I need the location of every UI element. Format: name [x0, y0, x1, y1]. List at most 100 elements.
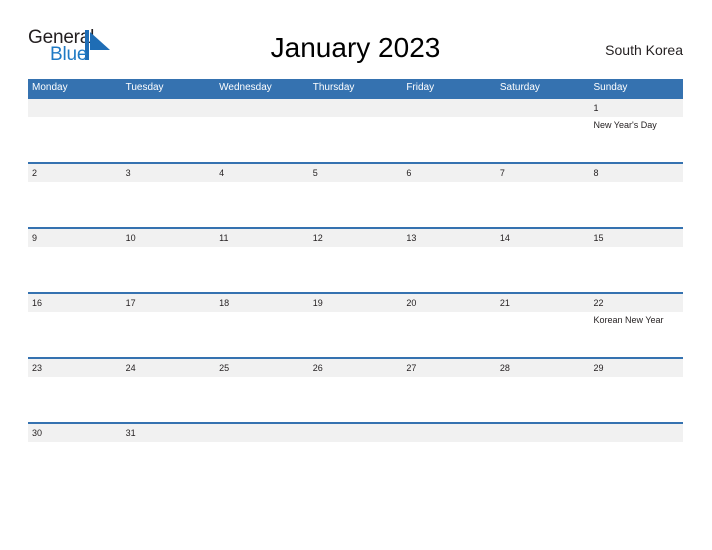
day-cell[interactable]: 16 [28, 294, 122, 357]
day-cell[interactable]: 18 [215, 294, 309, 357]
day-cell[interactable] [308, 424, 403, 454]
day-number: 10 [125, 233, 136, 243]
day-cell[interactable]: 11 [215, 229, 309, 292]
page-title: January 2023 [270, 32, 441, 63]
day-cell[interactable]: 15 [589, 229, 684, 292]
day-cell[interactable]: 31 [121, 424, 216, 454]
day-number [593, 424, 683, 442]
day-cell[interactable]: 26 [308, 359, 403, 422]
day-number: 16 [32, 298, 43, 308]
weekday-header-row: Monday Tuesday Wednesday Thursday Friday… [28, 79, 683, 97]
weekday-header-thursday: Thursday [312, 82, 355, 93]
day-number: 31 [125, 428, 136, 438]
day-number [313, 424, 403, 442]
day-cell[interactable]: 23 [28, 359, 122, 422]
day-number: 2 [32, 168, 38, 178]
weekday-header-tuesday: Tuesday [125, 82, 164, 93]
day-number: 1 [593, 103, 599, 113]
day-cell[interactable]: 3 [121, 164, 216, 227]
day-cell[interactable]: 4 [215, 164, 309, 227]
day-cell[interactable] [495, 99, 590, 162]
day-event [219, 117, 309, 119]
day-cell[interactable]: 2 [28, 164, 122, 227]
day-cell[interactable]: 28 [495, 359, 590, 422]
day-number: 18 [219, 298, 230, 308]
day-number: 3 [125, 168, 131, 178]
day-cell[interactable] [402, 424, 496, 454]
day-cell[interactable]: 20 [402, 294, 496, 357]
day-number [406, 424, 496, 442]
day-cell[interactable] [215, 99, 309, 162]
day-cell[interactable]: 7 [495, 164, 590, 227]
page-header: General Blue January 2023 South Korea [28, 22, 683, 74]
day-event [406, 117, 496, 119]
day-event [593, 247, 683, 249]
day-event [219, 182, 309, 184]
day-event [406, 247, 496, 249]
day-number: 23 [32, 363, 43, 373]
day-number: 13 [406, 233, 417, 243]
day-cell[interactable]: 12 [308, 229, 403, 292]
day-number [219, 424, 309, 442]
week-row: 16 17 18 19 20 21 22 Korean New Year [28, 292, 684, 357]
day-cell[interactable]: 27 [402, 359, 496, 422]
day-number: 28 [499, 363, 510, 373]
day-cell[interactable]: 22 Korean New Year [589, 294, 684, 357]
day-number [126, 99, 216, 117]
day-cell[interactable]: 25 [215, 359, 309, 422]
day-event [219, 442, 309, 444]
day-cell[interactable]: 6 [402, 164, 496, 227]
day-number: 29 [593, 363, 604, 373]
day-cell[interactable] [495, 424, 590, 454]
day-number: 4 [219, 168, 225, 178]
week-row: 30 31 [28, 422, 684, 454]
day-event [406, 312, 496, 314]
day-cell[interactable] [402, 99, 496, 162]
day-event [126, 247, 216, 249]
day-event [313, 312, 403, 314]
day-cell[interactable]: 8 [589, 164, 684, 227]
day-cell[interactable] [308, 99, 403, 162]
day-number [406, 99, 496, 117]
day-event: New Year's Day [593, 120, 657, 130]
day-cell[interactable]: 14 [495, 229, 590, 292]
day-number: 19 [312, 298, 323, 308]
day-number: 21 [499, 298, 510, 308]
day-event [313, 247, 403, 249]
day-number: 30 [32, 428, 43, 438]
day-cell[interactable]: 29 [589, 359, 684, 422]
day-event [126, 377, 216, 379]
day-event [313, 377, 403, 379]
day-event [593, 377, 683, 379]
day-event [219, 247, 309, 249]
day-cell[interactable]: 24 [121, 359, 216, 422]
day-cell[interactable]: 5 [308, 164, 403, 227]
day-cell[interactable] [121, 99, 216, 162]
day-cell[interactable] [215, 424, 309, 454]
day-cell[interactable]: 10 [121, 229, 216, 292]
day-event [500, 442, 590, 444]
day-cell[interactable] [589, 424, 684, 454]
day-cell[interactable]: 1 New Year's Day [589, 99, 684, 162]
day-event [32, 312, 122, 314]
day-event [32, 377, 122, 379]
day-number [500, 424, 590, 442]
day-cell[interactable]: 21 [495, 294, 590, 357]
day-cell[interactable] [28, 99, 122, 162]
day-number [32, 99, 122, 117]
day-cell[interactable]: 17 [121, 294, 216, 357]
day-number: 27 [406, 363, 417, 373]
day-event [500, 117, 590, 119]
day-cell[interactable]: 9 [28, 229, 122, 292]
day-number: 22 [593, 298, 604, 308]
day-event [500, 312, 590, 314]
day-event [500, 182, 590, 184]
day-cell[interactable]: 19 [308, 294, 403, 357]
day-cell[interactable]: 13 [402, 229, 496, 292]
day-event [219, 377, 309, 379]
day-event: Korean New Year [593, 315, 664, 325]
day-event [406, 442, 496, 444]
day-number: 7 [499, 168, 505, 178]
day-cell[interactable]: 30 [28, 424, 122, 454]
day-event [500, 247, 590, 249]
